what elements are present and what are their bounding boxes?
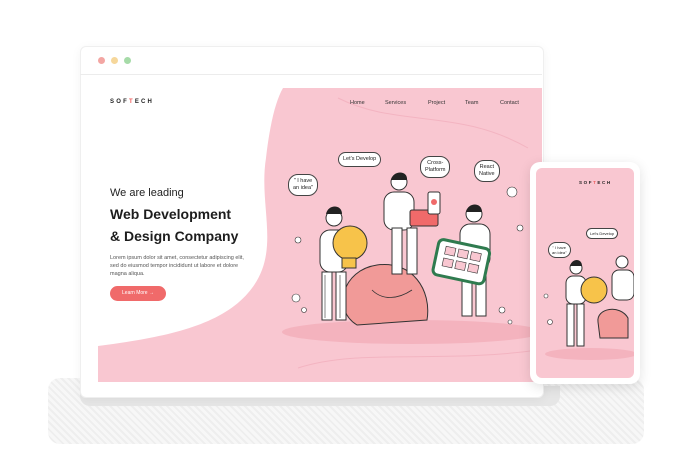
window-minimize-button[interactable] [111,57,118,64]
speech-bubble-idea-line-2: an idea" [293,185,313,191]
hero-eyebrow: We are leading [110,187,184,199]
speech-bubble-cross-platform: Cross- Platform [420,156,451,178]
nav-services-link[interactable]: Services [385,100,406,106]
speech-bubble-idea: " I have an idea" [288,174,318,196]
mobile-screen: SOFTECH Let's Develop " I have an idea" [536,168,634,378]
hero-title-line-2: & Design Company [110,228,239,244]
mobile-logo-suffix: ECH [597,180,612,185]
speech-bubble-cross-line-1: Cross- [427,160,444,166]
nav-contact-link[interactable]: Contact [500,100,519,106]
window-close-button[interactable] [98,57,105,64]
speech-bubble-idea-line-1: " I have [293,178,313,184]
logo-text-prefix: SOF [110,99,129,105]
speech-bubble-develop: Let's Develop [338,152,382,167]
mobile-illustration [543,255,634,360]
mobile-brand-logo[interactable]: SOFTECH [579,180,612,185]
nav-team-link[interactable]: Team [465,100,478,106]
nav-project-link[interactable]: Project [428,100,445,106]
hero-title-line-1: Web Development [110,206,232,222]
hero-description-line-1: Lorem ipsum dolor sit amet, consectetur … [110,255,244,261]
hero-description-line-3: magna aliqua. [110,271,145,277]
learn-more-label: Learn More [122,290,148,296]
hero-description-line-2: sed do eiusmod tempor incididunt ut labo… [110,263,239,269]
speech-bubble-react-line-2: Native [479,171,495,177]
mobile-logo-prefix: SOF [579,180,594,185]
speech-bubble-cross-line-2: Platform [425,167,446,173]
mobile-speech-bubble-develop: Let's Develop [586,228,619,239]
hero-description: Lorem ipsum dolor sit amet, consectetur … [110,254,260,278]
logo-text-suffix: ECH [134,99,155,105]
learn-more-button[interactable]: Learn More → [110,286,166,301]
nav-home-link[interactable]: Home [350,100,365,106]
window-maximize-button[interactable] [124,57,131,64]
speech-bubble-react-native: React Native [474,160,500,182]
brand-logo[interactable]: SOFTECH [110,99,154,105]
browser-titlebar-divider [80,74,542,75]
mobile-device: SOFTECH Let's Develop " I have an idea" [530,162,640,384]
speech-bubble-react-line-1: React [479,164,494,170]
arrow-right-icon: → [148,290,154,296]
